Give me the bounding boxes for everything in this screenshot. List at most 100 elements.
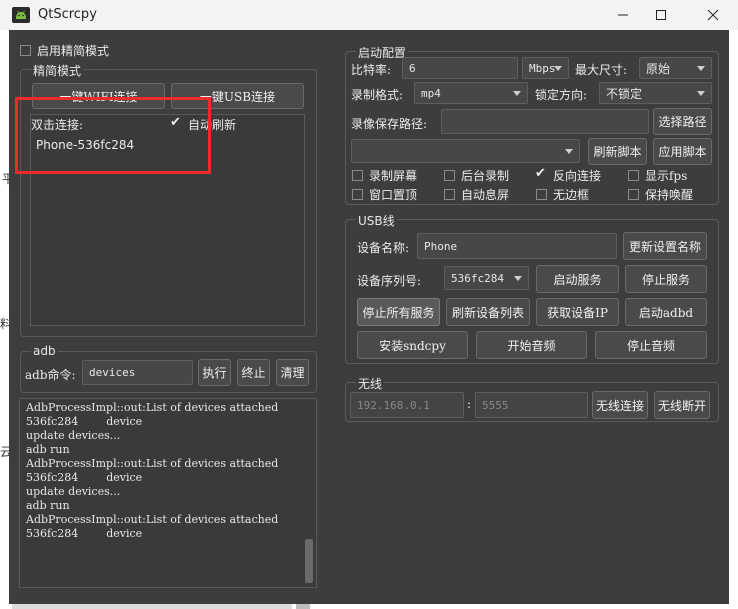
bitrate-unit-select[interactable]: Mbps <box>522 57 569 79</box>
close-button[interactable] <box>690 0 736 30</box>
checkbox-box <box>352 170 363 181</box>
apply-script-button[interactable]: 应用脚本 <box>653 138 712 165</box>
adb-command-input[interactable]: devices <box>82 360 193 385</box>
log-line: adb run <box>26 499 70 512</box>
adb-stop-button[interactable]: 终止 <box>237 359 270 386</box>
lock-direction-value: 不锁定 <box>606 86 643 101</box>
simple-mode-group-title: 精简模式 <box>31 62 84 79</box>
select-path-button[interactable]: 选择路径 <box>653 108 712 135</box>
start-service-button[interactable]: 启动服务 <box>536 265 619 293</box>
background-record-checkbox[interactable]: 后台录制 <box>444 167 509 184</box>
record-screen-label: 录制屏幕 <box>369 169 418 183</box>
reverse-connect-label: 反向连接 <box>553 169 602 183</box>
show-fps-label: 显示fps <box>645 169 688 183</box>
max-size-select[interactable]: 原始 <box>639 57 712 79</box>
adb-group-title: adb <box>31 344 58 358</box>
refresh-device-list-button[interactable]: 刷新设备列表 <box>446 298 530 326</box>
bitrate-label: 比特率: <box>351 63 392 77</box>
window-title: QtScrcpy <box>38 7 97 22</box>
annotation-highlight-box <box>15 97 211 174</box>
log-line: 536fc284 device <box>26 471 143 484</box>
log-line: AdbProcessImpl::out:List of devices atta… <box>26 513 279 526</box>
device-name-label: 设备名称: <box>357 241 410 255</box>
install-sndcpy-button[interactable]: 安装sndcpy <box>357 331 468 359</box>
simple-mode-label: 启用精简模式 <box>37 44 110 58</box>
log-scrollbar[interactable] <box>303 399 315 587</box>
max-size-value: 原始 <box>646 61 671 76</box>
adb-execute-button[interactable]: 执行 <box>198 359 231 386</box>
maximize-icon <box>656 10 666 20</box>
log-line: 536fc284 device <box>26 527 143 540</box>
simple-mode-checkbox[interactable]: 启用精简模式 <box>20 42 109 59</box>
adb-command-label: adb命令: <box>25 368 76 382</box>
lock-direction-label: 锁定方向: <box>535 88 588 102</box>
auto-screen-off-checkbox[interactable]: 自动息屏 <box>444 186 509 203</box>
get-device-ip-button[interactable]: 获取设备IP <box>536 298 619 326</box>
checkbox-box <box>536 189 547 200</box>
title-bar: QtScrcpy <box>0 0 738 30</box>
stop-all-services-button[interactable]: 停止所有服务 <box>357 298 440 326</box>
record-path-label: 录像保存路径: <box>351 117 428 131</box>
chevron-down-icon <box>565 149 573 154</box>
stop-audio-button[interactable]: 停止音频 <box>595 331 707 359</box>
log-line: adb run <box>26 443 70 456</box>
minimize-icon <box>618 14 628 16</box>
chevron-down-icon <box>513 91 521 96</box>
log-line: update devices... <box>26 429 121 442</box>
chevron-down-icon <box>554 66 562 71</box>
stop-service-button[interactable]: 停止服务 <box>625 265 707 293</box>
bitrate-input[interactable]: 6 <box>402 57 518 79</box>
log-output[interactable]: AdbProcessImpl::out:List of devices atta… <box>19 398 317 588</box>
wireless-connect-button[interactable]: 无线连接 <box>592 391 648 419</box>
serial-select[interactable]: 536fc284 <box>444 266 529 290</box>
wireless-group-title: 无线 <box>356 375 385 392</box>
adb-clear-button[interactable]: 清理 <box>276 359 309 386</box>
serial-value: 536fc284 <box>451 271 504 285</box>
reverse-connect-checkbox[interactable]: ✔ 反向连接 <box>535 166 602 184</box>
checkbox-box <box>20 45 31 56</box>
record-format-label: 录制格式: <box>351 88 404 102</box>
wireless-ip-input[interactable]: 192.168.0.1 <box>350 392 464 418</box>
start-audio-button[interactable]: 开始音频 <box>476 331 587 359</box>
close-icon <box>707 9 719 21</box>
log-line: update devices... <box>26 485 121 498</box>
frameless-checkbox[interactable]: 无边框 <box>536 186 589 203</box>
serial-label: 设备序列号: <box>357 274 422 288</box>
max-size-label: 最大尺寸: <box>575 63 628 77</box>
record-format-value: mp4 <box>421 86 441 100</box>
chevron-down-icon <box>697 66 705 71</box>
checkbox-box <box>352 189 363 200</box>
lock-direction-select[interactable]: 不锁定 <box>599 82 712 104</box>
record-format-select[interactable]: mp4 <box>414 82 528 104</box>
checkmark-icon: ✔ <box>535 166 546 181</box>
wireless-port-input[interactable]: 5555 <box>475 392 588 418</box>
frameless-label: 无边框 <box>553 188 590 202</box>
log-line: AdbProcessImpl::out:List of devices atta… <box>26 401 279 414</box>
bitrate-unit-value: Mbps <box>529 61 556 75</box>
window-top-checkbox[interactable]: 窗口置顶 <box>352 186 417 203</box>
rename-device-button[interactable]: 更新设置名称 <box>623 232 707 260</box>
script-select[interactable] <box>351 139 580 163</box>
keep-awake-label: 保持唤醒 <box>645 188 694 202</box>
record-screen-checkbox[interactable]: 录制屏幕 <box>352 167 417 184</box>
log-scrollbar-thumb[interactable] <box>305 539 313 583</box>
maximize-button[interactable] <box>638 0 684 30</box>
refresh-script-button[interactable]: 刷新脚本 <box>588 138 647 165</box>
log-line: AdbProcessImpl::out:List of devices atta… <box>26 457 279 470</box>
device-name-input[interactable]: Phone <box>417 233 617 259</box>
checkbox-box <box>628 170 639 181</box>
auto-screen-off-label: 自动息屏 <box>461 188 510 202</box>
show-fps-checkbox[interactable]: 显示fps <box>628 167 687 184</box>
start-config-group-title: 启动配置 <box>356 44 409 61</box>
wireless-disconnect-button[interactable]: 无线断开 <box>654 391 710 419</box>
usb-group-title: USB线 <box>356 212 397 229</box>
chevron-down-icon <box>697 91 705 96</box>
checkbox-box: ✔ <box>535 166 547 181</box>
record-path-input[interactable] <box>441 109 649 134</box>
checkbox-box <box>628 189 639 200</box>
window-top-label: 窗口置顶 <box>369 188 418 202</box>
keep-awake-checkbox[interactable]: 保持唤醒 <box>628 186 693 203</box>
android-app-icon <box>12 7 30 23</box>
ip-port-separator: : <box>467 397 472 411</box>
start-adbd-button[interactable]: 启动adbd <box>625 298 707 326</box>
